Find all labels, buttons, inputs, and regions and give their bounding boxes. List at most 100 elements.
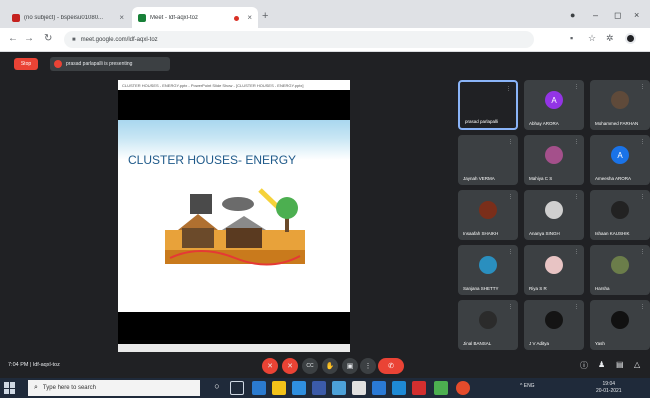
participant-tile[interactable]: ⋮ Insaafah SHAIKH: [458, 190, 518, 240]
acrobat-taskbar-icon[interactable]: [412, 381, 426, 395]
participant-more-icon[interactable]: ⋮: [508, 194, 513, 200]
dropbox-taskbar-icon[interactable]: [312, 381, 326, 395]
app-taskbar-icon[interactable]: [392, 381, 406, 395]
participant-more-icon[interactable]: ⋮: [640, 139, 645, 145]
participant-more-icon[interactable]: ⋮: [574, 139, 579, 145]
participant-tile[interactable]: ⋮ Mahiya C S: [524, 135, 584, 185]
windows-start-icon[interactable]: [4, 382, 16, 394]
edge-taskbar-icon[interactable]: [252, 381, 266, 395]
chrome-taskbar-icon[interactable]: [456, 381, 470, 395]
present-icon: ▣: [346, 363, 354, 370]
clock-time: 19:04: [602, 381, 616, 387]
close-window-icon[interactable]: ×: [634, 10, 639, 20]
participant-tile[interactable]: A ⋮ Abhay ARORA: [524, 80, 584, 130]
raise-hand-button[interactable]: ✋: [322, 358, 338, 374]
participant-avatar: [545, 146, 563, 164]
participant-more-icon[interactable]: ⋮: [506, 86, 511, 92]
taskbar-search-box[interactable]: ⌕ Type here to search: [28, 380, 200, 396]
participant-name: Insaafah SHAIKH: [463, 231, 499, 236]
store-taskbar-icon[interactable]: [292, 381, 306, 395]
app-taskbar-icon[interactable]: [434, 381, 448, 395]
activities-icon[interactable]: △: [634, 360, 640, 369]
participant-more-icon[interactable]: ⋮: [574, 304, 579, 310]
tab-title: Meet - ldf-aqxl-toz: [150, 14, 199, 21]
profile-avatar[interactable]: [625, 33, 636, 44]
participant-avatar: [611, 311, 629, 329]
hand-icon: ✋: [325, 363, 335, 370]
search-icon: ⌕: [34, 384, 38, 391]
participant-name: Mohammed FARHAN: [595, 121, 639, 126]
tab-close-icon[interactable]: ×: [247, 13, 252, 22]
participant-tile[interactable]: ⋮ J V Aditya: [524, 300, 584, 350]
participant-more-icon[interactable]: ⋮: [640, 84, 645, 90]
participant-name: Mahiya C S: [529, 176, 553, 181]
participant-tile[interactable]: A ⋮ Ameesha ARORA: [590, 135, 650, 185]
participant-more-icon[interactable]: ⋮: [574, 84, 579, 90]
present-now-button[interactable]: ▣: [342, 358, 358, 374]
participant-tile[interactable]: ⋮ Yash: [590, 300, 650, 350]
participant-name: Ishaan KAUSHIK: [595, 231, 630, 236]
participant-more-icon[interactable]: ⋮: [508, 304, 513, 310]
cortana-icon[interactable]: ○: [210, 381, 224, 395]
participant-avatar: A: [611, 146, 629, 164]
participant-tile[interactable]: ⋮ Ishaan KAUSHIK: [590, 190, 650, 240]
participant-tile[interactable]: ⋮ Ananya SINGH: [524, 190, 584, 240]
extension-icon[interactable]: ✲: [606, 33, 614, 44]
participant-avatar: [479, 201, 497, 219]
people-icon[interactable]: ♟: [598, 360, 605, 369]
stop-presenting-button[interactable]: Stop: [14, 58, 38, 70]
browser-tab-meet[interactable]: Meet - ldf-aqxl-toz ×: [132, 7, 258, 28]
leave-call-button[interactable]: ✆: [378, 358, 404, 374]
participant-tile[interactable]: ⋮ Jaynah VERMA: [458, 135, 518, 185]
minimize-window-icon[interactable]: –: [593, 10, 598, 20]
participant-more-icon[interactable]: ⋮: [574, 194, 579, 200]
participant-tile[interactable]: ⋮ Mohammed FARHAN: [590, 80, 650, 130]
meeting-details-icon[interactable]: ⓘ: [580, 360, 588, 371]
gmail-favicon-icon: [12, 13, 20, 22]
participant-tile[interactable]: ⋮ Jinal BANSAL: [458, 300, 518, 350]
bookmark-star-icon[interactable]: ☆: [588, 33, 596, 44]
forward-icon[interactable]: →: [24, 33, 34, 44]
system-tray[interactable]: ^ ENG: [520, 383, 535, 389]
slide-title: CLUSTER HOUSES- ENERGY: [128, 153, 297, 167]
task-view-icon[interactable]: [230, 381, 244, 395]
meet-favicon-icon: [138, 13, 146, 22]
maximize-window-icon[interactable]: ◻: [614, 10, 621, 21]
participant-tile[interactable]: ⋮ prasad parlapalli: [458, 80, 518, 130]
new-tab-button[interactable]: +: [262, 10, 268, 22]
participant-more-icon[interactable]: ⋮: [640, 249, 645, 255]
tab-close-icon[interactable]: ×: [119, 13, 124, 22]
participant-avatar: [479, 256, 497, 274]
participant-avatar: [479, 311, 497, 329]
mic-toggle-button[interactable]: ✕: [262, 358, 278, 374]
taskbar-clock[interactable]: 19:04 20-01-2021: [596, 381, 622, 395]
file-explorer-icon[interactable]: [272, 381, 286, 395]
participant-tile[interactable]: ⋮ Sanjana SHETTY: [458, 245, 518, 295]
camera-toggle-button[interactable]: ✕: [282, 358, 298, 374]
search-placeholder: Type here to search: [42, 385, 96, 391]
participant-more-icon[interactable]: ⋮: [508, 249, 513, 255]
participant-tile[interactable]: ⋮ Harsha: [590, 245, 650, 295]
captions-button[interactable]: CC: [302, 358, 318, 374]
participant-more-icon[interactable]: ⋮: [574, 249, 579, 255]
app-taskbar-icon[interactable]: [372, 381, 386, 395]
back-icon[interactable]: ←: [8, 33, 18, 44]
participant-more-icon[interactable]: ⋮: [640, 194, 645, 200]
browser-tab-gmail[interactable]: (no subject) - bspeisu01080... ×: [6, 7, 130, 28]
participant-avatar: [611, 201, 629, 219]
meeting-info: 7:04 PM | ldf-aqxl-toz: [8, 362, 60, 368]
more-options-button[interactable]: ⋮: [360, 358, 376, 374]
app-taskbar-icon[interactable]: [332, 381, 346, 395]
slideshow-status-bar: [118, 344, 350, 352]
app-taskbar-icon[interactable]: [352, 381, 366, 395]
reload-icon[interactable]: ↻: [44, 33, 52, 44]
participant-tile[interactable]: ⋮ Riya S R: [524, 245, 584, 295]
participant-name: Jinal BANSAL: [463, 341, 492, 346]
tab-search-icon[interactable]: ●: [570, 10, 575, 20]
camera-permission-icon[interactable]: ▪: [570, 33, 573, 43]
participant-more-icon[interactable]: ⋮: [640, 304, 645, 310]
chat-icon[interactable]: ▤: [616, 360, 624, 369]
participant-more-icon[interactable]: ⋮: [508, 139, 513, 145]
address-bar[interactable]: ■ meet.google.com/ldf-aqxl-toz: [64, 31, 534, 48]
lock-icon: ■: [72, 36, 76, 43]
